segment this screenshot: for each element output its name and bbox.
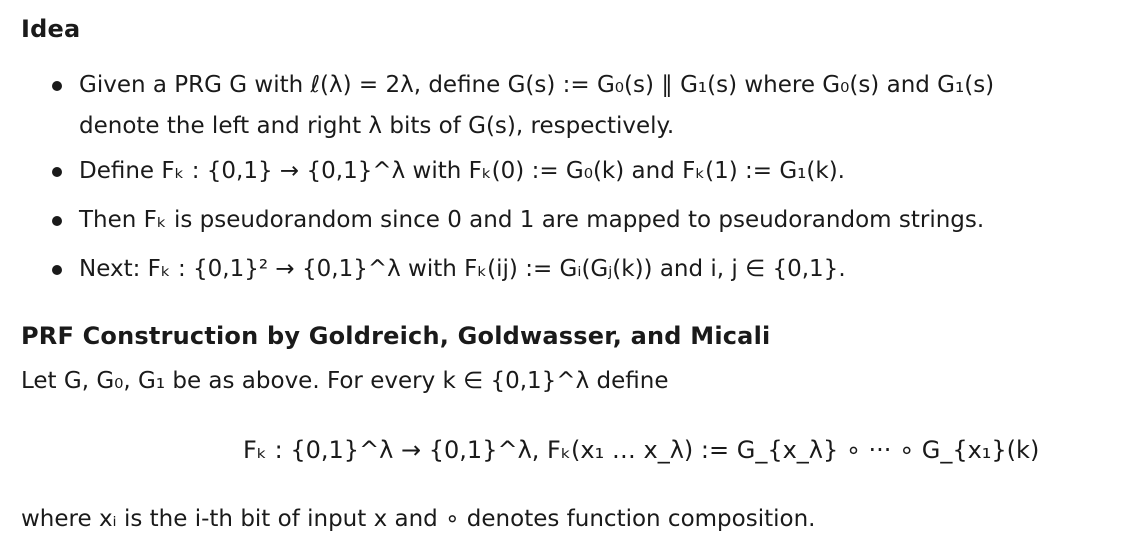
bullet-item: Define Fₖ : {0,1} → {0,1}^λ with Fₖ(0) :… xyxy=(50,151,1120,200)
bullet-text-line: Next: Fₖ : {0,1}² → {0,1}^λ with Fₖ(ij) … xyxy=(79,256,846,282)
bullet-item: Then Fₖ is pseudorandom since 0 and 1 ar… xyxy=(50,200,1120,249)
construction-heading: PRF Construction by Goldreich, Goldwasse… xyxy=(21,322,771,350)
idea-bullet-list: Given a PRG G with ℓ(λ) = 2λ, define G(s… xyxy=(50,65,1120,298)
bullet-item: Next: Fₖ : {0,1}² → {0,1}^λ with Fₖ(ij) … xyxy=(50,249,1120,298)
construction-formula: Fₖ : {0,1}^λ → {0,1}^λ, Fₖ(x₁ … x_λ) := … xyxy=(243,436,1040,464)
bullet-text-line: Given a PRG G with ℓ(λ) = 2λ, define G(s… xyxy=(79,72,995,98)
bullet-text-line: Then Fₖ is pseudorandom since 0 and 1 ar… xyxy=(79,207,985,233)
bullet-text-line: Define Fₖ : {0,1} → {0,1}^λ with Fₖ(0) :… xyxy=(79,158,845,184)
bullet-item: Given a PRG G with ℓ(λ) = 2λ, define G(s… xyxy=(50,65,1120,151)
construction-footer: where xᵢ is the i-th bit of input x and … xyxy=(21,506,816,532)
slide: Idea Given a PRG G with ℓ(λ) = 2λ, defin… xyxy=(0,0,1122,552)
construction-intro: Let G, G₀, G₁ be as above. For every k ∈… xyxy=(21,368,669,394)
bullet-text-line: denote the left and right λ bits of G(s)… xyxy=(79,113,675,139)
idea-heading: Idea xyxy=(21,15,81,43)
